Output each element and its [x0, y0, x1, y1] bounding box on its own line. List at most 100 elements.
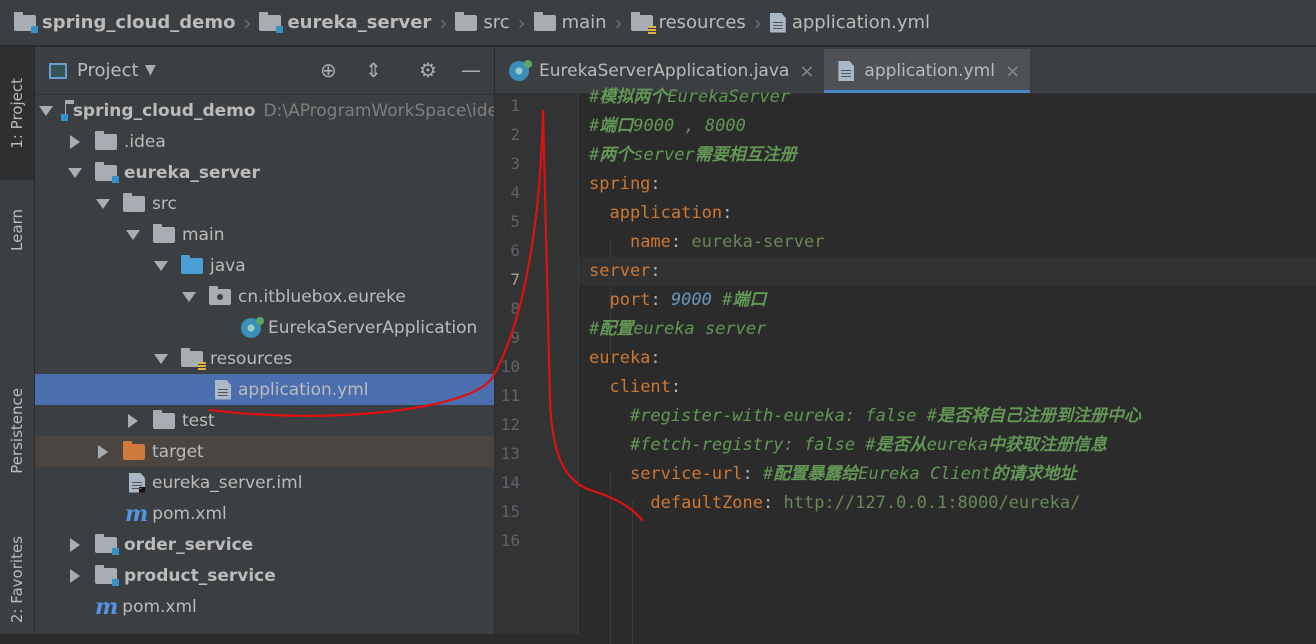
tree-item-resources[interactable]: resources — [35, 343, 494, 374]
close-icon[interactable]: × — [799, 61, 814, 82]
yaml-file-icon — [215, 379, 231, 400]
tree-item-eureka-server-iml[interactable]: eureka_server.iml — [35, 467, 494, 498]
yaml-file-icon — [838, 61, 855, 81]
line-number: 4 — [510, 183, 520, 202]
module-folder-icon — [95, 564, 119, 586]
breadcrumb-item[interactable]: eureka_server — [259, 11, 431, 33]
code-line[interactable]: eureka: — [579, 344, 1316, 373]
folder-icon — [95, 130, 117, 150]
module-folder-icon — [14, 11, 38, 33]
line-number: 3 — [510, 154, 520, 173]
collapse-all-icon[interactable]: ⇕ — [365, 59, 382, 81]
gear-icon[interactable]: ⚙ — [419, 59, 437, 81]
breadcrumb: spring_cloud_demo › eureka_server › src … — [0, 0, 1316, 46]
breadcrumb-item[interactable]: resources — [630, 11, 746, 34]
code-line[interactable]: client: — [579, 373, 1316, 402]
expanded-arrow-icon — [154, 260, 168, 271]
breadcrumb-item[interactable]: application.yml — [769, 12, 930, 33]
close-icon[interactable]: × — [1005, 61, 1020, 82]
folder-icon — [123, 192, 145, 212]
tool-tab-favorites[interactable]: 2: Favorites — [0, 525, 34, 634]
code-line[interactable]: #fetch-registry: false #是否从eureka中获取注册信息 — [579, 431, 1316, 460]
tree-item-java[interactable]: java — [35, 250, 494, 281]
collapsed-arrow-icon — [70, 134, 80, 149]
module-folder-icon — [95, 161, 119, 183]
collapsed-arrow-icon — [70, 568, 80, 583]
expanded-arrow-icon — [126, 229, 140, 240]
line-number: 1 — [510, 96, 520, 115]
breadcrumb-item[interactable]: spring_cloud_demo — [14, 11, 235, 33]
code-line[interactable]: spring: — [579, 170, 1316, 199]
tool-tab-learn[interactable]: Learn — [0, 190, 34, 270]
project-panel: Project ▼ ⊕ ⇕ ⚙ — spring_cloud_demo D:\A… — [35, 47, 495, 634]
tree-item-product-service[interactable]: product_service — [35, 560, 494, 591]
tree-item-pom-xml[interactable]: m pom.xml — [35, 498, 494, 529]
line-number: 7 — [510, 270, 520, 289]
expanded-arrow-icon — [154, 353, 168, 364]
line-number: 2 — [510, 125, 520, 144]
code-line[interactable]: #两个server需要相互注册 — [579, 141, 1316, 170]
line-number: 5 — [510, 212, 520, 231]
code-line[interactable]: service-url: #配置暴露给Eureka Client的请求地址 — [579, 460, 1316, 489]
tree-item-src[interactable]: src — [35, 188, 494, 219]
code-line[interactable] — [579, 518, 1316, 547]
tree-item-root-pom-xml[interactable]: m pom.xml — [35, 591, 494, 622]
chevron-down-icon[interactable]: ▼ — [145, 59, 156, 81]
tree-item-application-yml[interactable]: application.yml — [35, 374, 494, 405]
tree-item-spring-cloud-demo[interactable]: spring_cloud_demo D:\AProgramWorkSpace\i… — [35, 95, 494, 126]
tree-item-test[interactable]: test — [35, 405, 494, 436]
tree-item-target[interactable]: target — [35, 436, 494, 467]
code-editor[interactable]: #模拟两个EurekaServer #端口9000 , 8000 #两个server… — [579, 87, 1316, 644]
line-number: 16 — [500, 531, 520, 550]
editor-area: EurekaServerApplication.java × applicati… — [495, 47, 1316, 644]
line-number: 15 — [500, 502, 520, 521]
chevron-right-icon: › — [439, 10, 448, 35]
package-icon — [209, 285, 231, 305]
source-folder-icon — [181, 254, 203, 274]
tree-item-eureka-server[interactable]: eureka_server — [35, 157, 494, 188]
code-line[interactable]: server: — [579, 257, 1316, 286]
line-number-gutter: 1 2 3 4 5 6 7 8 9 10 11 12 13 14 15 16 — [495, 94, 579, 634]
chevron-right-icon: › — [243, 10, 252, 35]
excluded-folder-icon — [123, 440, 145, 460]
yaml-file-icon — [769, 12, 786, 33]
expanded-arrow-icon — [39, 105, 53, 116]
tree-item-order-service[interactable]: order_service — [35, 529, 494, 560]
tree-item-package[interactable]: cn.itbluebox.eureke — [35, 281, 494, 312]
tool-tab-persistence[interactable]: Persistence — [0, 367, 34, 495]
maven-icon: m — [95, 593, 119, 620]
code-line[interactable]: application: — [579, 199, 1316, 228]
module-folder-icon — [61, 99, 73, 121]
collapsed-arrow-icon — [128, 413, 138, 428]
minimize-icon[interactable]: — — [461, 59, 481, 81]
line-number: 14 — [500, 473, 520, 492]
code-line[interactable]: defaultZone: http://127.0.0.1:8000/eurek… — [579, 489, 1316, 518]
project-view-icon — [49, 62, 67, 79]
line-number: 11 — [500, 386, 520, 405]
locate-target-icon[interactable]: ⊕ — [320, 59, 337, 81]
folder-icon — [455, 11, 478, 31]
tree-item-idea[interactable]: .idea — [35, 126, 494, 157]
line-number: 9 — [510, 328, 520, 347]
code-line[interactable]: name: eureka-server — [579, 228, 1316, 257]
chevron-right-icon: › — [517, 10, 526, 35]
tree-item-main[interactable]: main — [35, 219, 494, 250]
breadcrumb-item[interactable]: src — [455, 11, 510, 33]
code-line[interactable]: #配置eureka server — [579, 315, 1316, 344]
code-line[interactable]: #端口9000 , 8000 — [579, 112, 1316, 141]
tree-item-eureka-server-application[interactable]: EurekaServerApplication — [35, 312, 494, 343]
code-line[interactable]: #register-with-eureka: false #是否将自己注册到注册… — [579, 402, 1316, 431]
line-number: 13 — [500, 444, 520, 463]
tool-tab-project[interactable]: 1: Project — [0, 47, 34, 180]
breadcrumb-item[interactable]: main — [533, 11, 607, 33]
chevron-right-icon: › — [614, 10, 623, 35]
collapsed-arrow-icon — [70, 537, 80, 552]
project-view-select[interactable]: Project — [77, 60, 139, 81]
expanded-arrow-icon — [182, 291, 196, 302]
expanded-arrow-icon — [68, 167, 82, 178]
code-line[interactable]: port: 9000 #端口 — [579, 286, 1316, 315]
code-line[interactable]: #模拟两个EurekaServer — [579, 83, 1316, 112]
tool-window-rail: 1: Project Learn Persistence 2: Favorite… — [0, 47, 35, 634]
collapsed-arrow-icon — [98, 444, 108, 459]
line-number: 6 — [510, 241, 520, 260]
